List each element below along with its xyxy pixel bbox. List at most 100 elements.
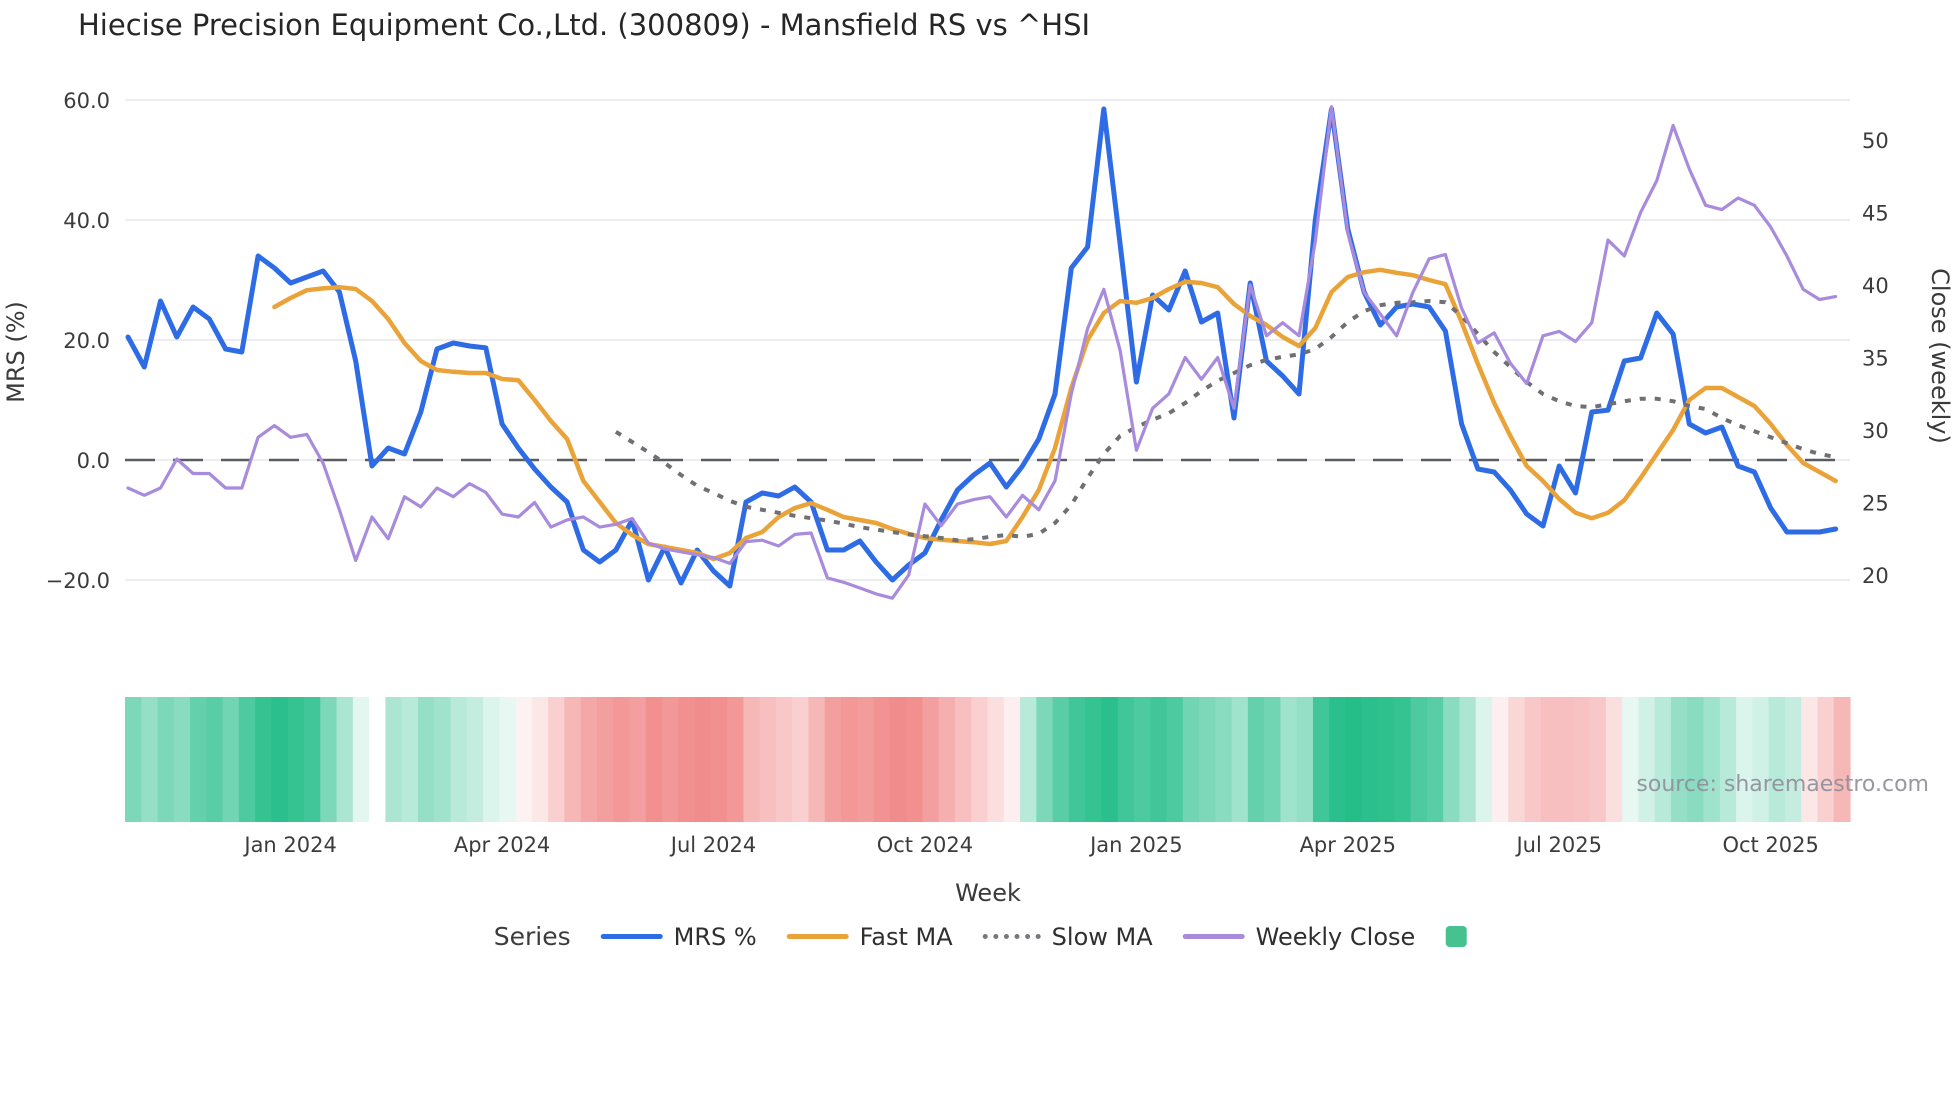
heatmap-cell	[889, 697, 907, 822]
heatmap-cell	[304, 697, 321, 822]
heatmap-cell	[157, 697, 175, 822]
heatmap-cell	[1280, 697, 1298, 822]
heatmap-cell	[548, 697, 565, 822]
heatmap-cell	[1182, 697, 1200, 822]
heatmap-cell	[190, 697, 207, 822]
heatmap-cell	[206, 697, 224, 822]
heatmap-cell	[1394, 697, 1412, 822]
heatmap-cell	[987, 697, 1005, 822]
heatmap-cell	[938, 697, 956, 822]
x-tick-label: Jan 2025	[1088, 833, 1183, 857]
legend-swatch-line	[982, 934, 1041, 939]
heatmap-strip	[125, 697, 1851, 822]
y-left-tick-label: 20.0	[63, 329, 110, 353]
x-tick-label: Apr 2025	[1300, 833, 1396, 857]
y-right-tick-label: 45	[1862, 202, 1889, 226]
heatmap-cell	[1264, 697, 1282, 822]
y-right-tick-label: 50	[1862, 129, 1889, 153]
heatmap-cell	[1068, 697, 1086, 822]
heatmap-cell	[841, 697, 858, 822]
legend-item-label: Slow MA	[1051, 922, 1153, 951]
heatmap-cell	[629, 697, 647, 822]
heatmap-cell	[336, 697, 354, 822]
heatmap-cell	[564, 697, 582, 822]
legend-swatch-line	[786, 934, 849, 939]
legend-item-mrs: MRS %	[600, 922, 757, 951]
y-left-tick-label: −20.0	[46, 569, 110, 593]
x-tick-label: Oct 2024	[877, 833, 973, 857]
heatmap-cell	[759, 697, 777, 822]
heatmap-cell	[173, 697, 191, 822]
y-right-tick-label: 35	[1862, 347, 1889, 371]
series-layer	[125, 105, 1839, 600]
y-left-tick-label: 60.0	[63, 89, 110, 113]
heatmap-cell	[1410, 697, 1428, 822]
heatmap-cell	[1573, 697, 1591, 822]
x-axis-title: Week	[955, 879, 1021, 907]
heatmap-cell	[1801, 697, 1819, 822]
heatmap-cell	[1296, 697, 1314, 822]
chart-page: Hiecise Precision Equipment Co.,Ltd. (30…	[0, 0, 1960, 1102]
heatmap-cell	[1101, 697, 1119, 822]
legend-item-slow-ma: Slow MA	[982, 922, 1153, 951]
heatmap-cell	[1589, 697, 1607, 822]
legend-item-label: MRS %	[673, 922, 757, 951]
heatmap-cell	[857, 697, 875, 822]
heatmap-cell	[1150, 697, 1168, 822]
heatmap-cell	[1166, 697, 1184, 822]
heatmap-cell	[1752, 697, 1770, 822]
heatmap-cell	[141, 697, 159, 822]
heatmap-cell	[352, 697, 370, 822]
heatmap-cell	[1491, 697, 1509, 822]
heatmap-cell	[401, 697, 419, 822]
legend-swatch-square	[1445, 926, 1467, 947]
heatmap-cell	[808, 697, 826, 822]
heatmap-cell	[645, 697, 663, 822]
legend-item-label: Weekly Close	[1255, 922, 1416, 951]
grid-layer	[125, 99, 1850, 581]
heatmap-cell	[1117, 697, 1135, 822]
heatmap-cell	[1622, 697, 1640, 822]
heatmap-cell	[499, 697, 517, 822]
y-right-tick-label: 20	[1862, 564, 1889, 588]
heatmap-cell	[662, 697, 679, 822]
heatmap-cell	[613, 697, 631, 822]
legend-item-fast-ma: Fast MA	[786, 922, 953, 951]
heatmap-cell	[1020, 697, 1037, 822]
heatmap-cell	[1557, 697, 1574, 822]
heatmap-cell	[873, 697, 891, 822]
heatmap-cell	[1736, 697, 1753, 822]
heatmap-cell	[417, 697, 435, 822]
x-tick-label: Jul 2024	[669, 833, 756, 857]
heatmap-cell	[954, 697, 972, 822]
legend-items: MRS % Fast MA Slow MA Weekly Close	[600, 922, 1467, 951]
heatmap-cell	[255, 697, 273, 822]
heatmap-cell	[922, 697, 940, 822]
heatmap-cell	[385, 697, 403, 822]
heatmap-cell	[450, 697, 468, 822]
heatmap-cell	[483, 697, 500, 822]
heatmap-cell	[1133, 697, 1151, 822]
heatmap-cell	[743, 697, 761, 822]
heatmap-cell	[1312, 697, 1330, 822]
legend-item-heatmap	[1445, 926, 1467, 947]
heatmap-cell	[1215, 697, 1233, 822]
heatmap-cell	[727, 697, 744, 822]
heatmap-cell	[1426, 697, 1444, 822]
heatmap-cell	[596, 697, 614, 822]
heatmap-cell	[678, 697, 696, 822]
heatmap-cell	[271, 697, 289, 822]
heatmap-cell	[1052, 697, 1070, 822]
heatmap-cell	[1524, 697, 1542, 822]
heatmap-cell	[1719, 697, 1737, 822]
legend-item-label: Fast MA	[859, 922, 953, 951]
heatmap-cell	[222, 697, 240, 822]
legend: Series MRS % Fast MA Slow MA Weekly Close	[494, 922, 1467, 951]
heatmap-cell	[710, 697, 728, 822]
heatmap-cell	[1329, 697, 1347, 822]
heatmap-cell	[792, 697, 810, 822]
heatmap-cell	[531, 697, 549, 822]
heatmap-cell	[1085, 697, 1103, 822]
heatmap-cell	[1036, 697, 1054, 822]
x-tick-label: Apr 2024	[454, 833, 550, 857]
